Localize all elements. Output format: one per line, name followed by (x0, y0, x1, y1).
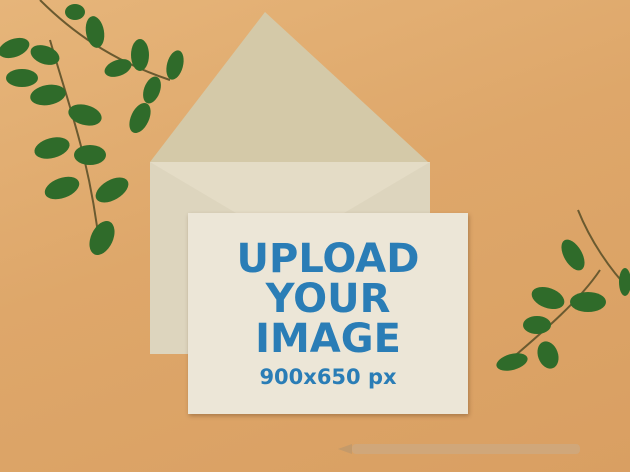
upload-placeholder-card: UPLOAD YOUR IMAGE 900x650 px (188, 213, 468, 414)
leaf-branch-right (496, 209, 630, 371)
envelope-flap (150, 12, 428, 162)
card-line-1: UPLOAD (236, 235, 420, 282)
pencil (338, 444, 580, 454)
card-line-2: YOUR (265, 275, 391, 322)
card-line-3: IMAGE (255, 315, 401, 362)
card-size-label: 900x650 px (259, 364, 397, 389)
